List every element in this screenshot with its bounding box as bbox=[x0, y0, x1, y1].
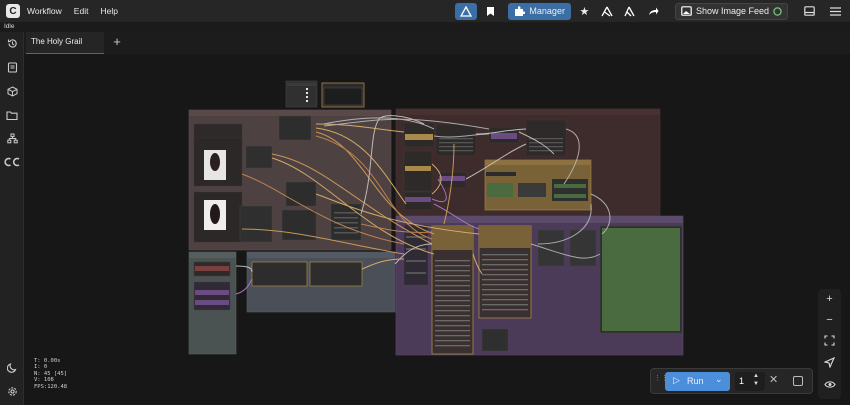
batch-count-input[interactable]: 1 bbox=[735, 372, 765, 391]
tab-the-holy-grail[interactable]: The Holy Grail bbox=[26, 32, 104, 54]
canvas-zoom-controls: + − bbox=[818, 289, 841, 399]
star-icon: ★ bbox=[579, 5, 590, 18]
app-logo-icon[interactable]: C bbox=[6, 4, 20, 18]
share-button[interactable] bbox=[644, 3, 663, 20]
model-tool-button-2[interactable] bbox=[621, 3, 640, 20]
batch-stepper-icon[interactable]: ▲ ▼ bbox=[753, 372, 759, 388]
menu-help[interactable]: Help bbox=[100, 6, 117, 16]
folder-icon[interactable] bbox=[6, 110, 18, 122]
hamburger-icon bbox=[830, 6, 841, 16]
toggle-visibility-eye-icon[interactable] bbox=[822, 379, 837, 394]
stat-fps: FPS:120.48 bbox=[34, 383, 68, 390]
theme-moon-icon[interactable] bbox=[6, 362, 18, 374]
puzzle-icon bbox=[515, 5, 526, 16]
run-mode-chevron-down-icon[interactable]: ⌄ bbox=[715, 374, 723, 385]
manager-label: Manager bbox=[529, 6, 565, 16]
link-visibility-button[interactable] bbox=[455, 2, 478, 20]
model-icon bbox=[601, 6, 614, 17]
extension-cc-icon[interactable] bbox=[3, 156, 21, 168]
model-tool-button-1[interactable] bbox=[598, 3, 617, 20]
canvas-stats: T: 0.00s I: 0 N: 45 [45] V: 108 FPS:120.… bbox=[34, 358, 67, 390]
panel-toggle-button[interactable] bbox=[800, 3, 819, 20]
queue-list-icon[interactable] bbox=[6, 62, 18, 74]
menu-edit[interactable]: Edit bbox=[74, 6, 89, 16]
zoom-out-icon[interactable]: − bbox=[822, 313, 837, 328]
panel-icon bbox=[804, 6, 815, 16]
settings-gear-icon[interactable] bbox=[6, 386, 18, 398]
left-sidebar bbox=[0, 32, 24, 405]
queue-status: Idle bbox=[0, 22, 850, 32]
stop-queue-icon[interactable] bbox=[793, 376, 803, 386]
run-button[interactable]: ▷ Run ⌄ bbox=[665, 372, 730, 391]
image-icon bbox=[681, 6, 692, 16]
menu-workflow[interactable]: Workflow bbox=[27, 6, 62, 16]
favorites-button[interactable]: ★ bbox=[575, 3, 594, 20]
cancel-run-icon[interactable]: ✕ bbox=[769, 373, 778, 386]
toolbar-right: Manager ★ Show Image Feed bbox=[451, 0, 850, 22]
fit-view-icon[interactable] bbox=[822, 335, 837, 350]
triangle-icon bbox=[460, 5, 473, 17]
bookmark-icon bbox=[487, 6, 495, 16]
feed-label: Show Image Feed bbox=[695, 6, 769, 16]
run-label: Run bbox=[687, 376, 704, 386]
new-tab-button[interactable]: + bbox=[110, 34, 124, 50]
node-tree-icon[interactable] bbox=[6, 133, 18, 145]
history-icon[interactable] bbox=[6, 38, 18, 50]
model-library-icon[interactable] bbox=[6, 86, 18, 98]
drag-handle-icon[interactable]: ⋮⋮ bbox=[654, 375, 668, 388]
pointer-mode-icon[interactable] bbox=[822, 356, 837, 372]
manager-button[interactable]: Manager bbox=[508, 2, 571, 20]
graph-svg bbox=[188, 80, 684, 356]
hamburger-menu-button[interactable] bbox=[826, 3, 845, 20]
workflow-tabbar: The Holy Grail + bbox=[24, 32, 850, 54]
node-graph-canvas[interactable] bbox=[24, 54, 850, 405]
model-alt-icon bbox=[624, 6, 636, 16]
share-arrow-icon bbox=[648, 7, 659, 15]
run-controls: ⋮⋮ ▷ Run ⌄ 1 ▲ ▼ ✕ bbox=[650, 368, 813, 394]
zoom-in-icon[interactable]: + bbox=[822, 292, 837, 307]
show-image-feed-button[interactable]: Show Image Feed bbox=[674, 2, 788, 20]
play-icon: ▷ bbox=[673, 375, 680, 385]
bookmark-button[interactable] bbox=[481, 3, 500, 20]
feed-status-icon bbox=[773, 6, 782, 16]
top-menubar: C Workflow Edit Help Manager ★ Show Imag… bbox=[0, 0, 850, 22]
